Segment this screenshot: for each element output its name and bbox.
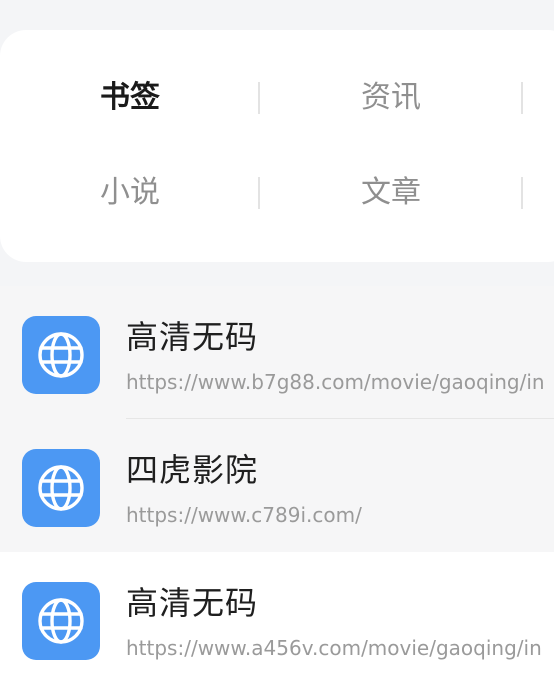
site-icon: [22, 582, 100, 660]
bookmark-item[interactable]: 高清无码 https://www.a456v.com/movie/gaoqing…: [0, 552, 554, 685]
bookmark-title: 高清无码: [126, 584, 259, 622]
tab-divider: [521, 177, 523, 209]
site-icon: [22, 449, 100, 527]
tab-divider: [521, 82, 523, 114]
category-tab-panel: 书签 资讯 小说 文章: [0, 30, 554, 262]
bookmark-item[interactable]: 高清无码 https://www.b7g88.com/movie/gaoqing…: [0, 286, 554, 419]
bookmark-url: https://www.a456v.com/movie/gaoqing/in: [126, 636, 542, 660]
bookmark-url: https://www.c789i.com/: [126, 503, 362, 527]
globe-icon: [38, 465, 84, 511]
tab-novels[interactable]: 小说: [30, 163, 230, 223]
tab-news[interactable]: 资讯: [291, 68, 491, 128]
bookmark-title: 高清无码: [126, 318, 259, 356]
tab-articles[interactable]: 文章: [291, 163, 491, 223]
bookmark-title: 四虎影院: [126, 451, 259, 489]
tab-divider: [258, 82, 260, 114]
bookmark-item[interactable]: 四虎影院 https://www.c789i.com/: [0, 419, 554, 552]
bookmark-list: 高清无码 https://www.b7g88.com/movie/gaoqing…: [0, 286, 554, 685]
globe-icon: [38, 598, 84, 644]
bookmark-url: https://www.b7g88.com/movie/gaoqing/in: [126, 370, 545, 394]
tab-bookmarks[interactable]: 书签: [30, 68, 230, 128]
tab-divider: [258, 177, 260, 209]
site-icon: [22, 316, 100, 394]
globe-icon: [38, 332, 84, 378]
